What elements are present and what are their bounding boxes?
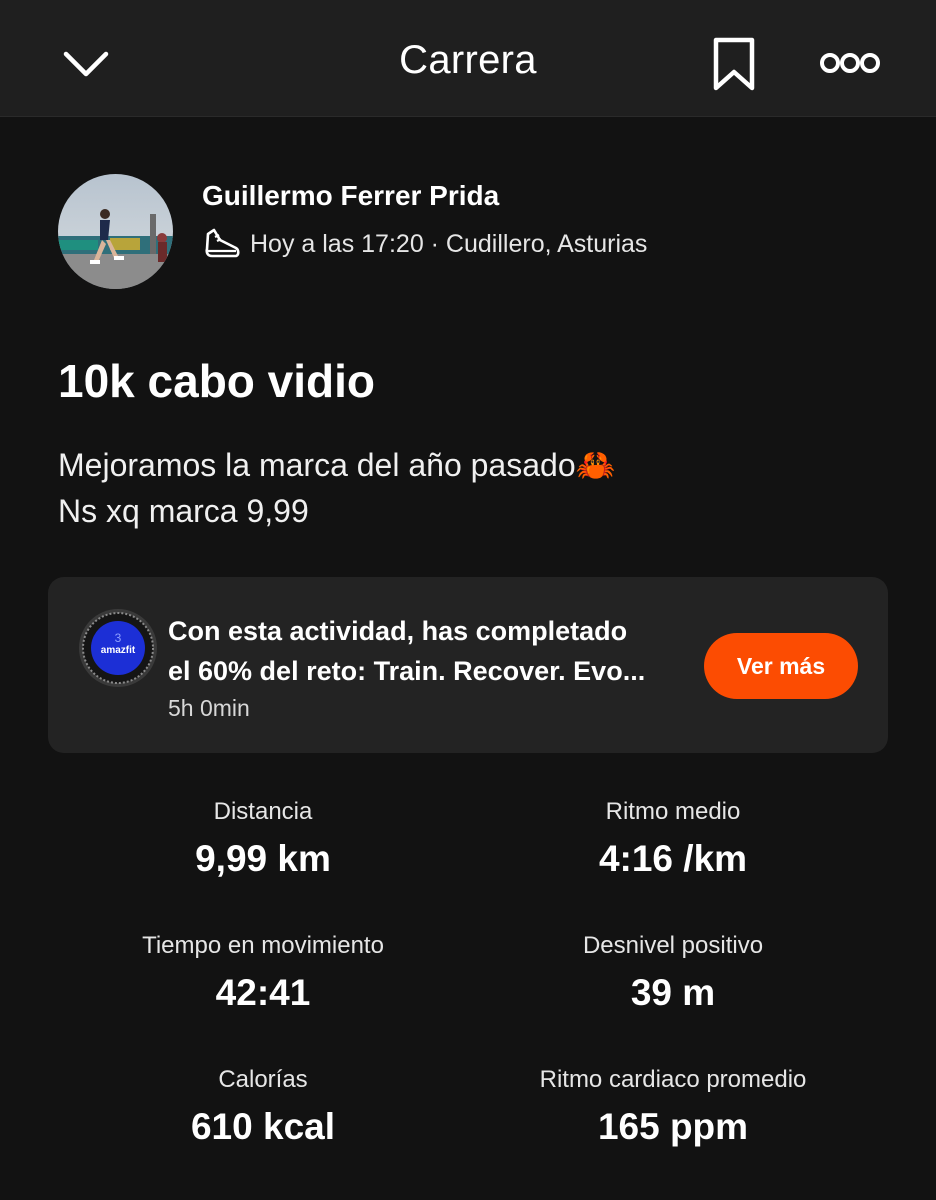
see-more-button[interactable]: Ver más (704, 633, 858, 699)
running-shoe-icon (205, 228, 240, 258)
challenge-badge[interactable]: 3 amazfit (78, 608, 158, 688)
stat-average-heart-rate: Ritmo cardiaco promedio 165 ppm (468, 1066, 878, 1148)
stat-value: 9,99 km (195, 838, 331, 879)
stat-value: 42:41 (215, 972, 311, 1013)
challenge-message: Con esta actividad, has completado (168, 616, 628, 646)
stat-label: Calorías (218, 1066, 308, 1093)
description-line: Mejoramos la marca del año pasado🦀 (58, 447, 616, 483)
stat-elevation-gain: Desnivel positivo 39 m (468, 932, 878, 1014)
chevron-down-icon (63, 51, 109, 77)
more-icon (820, 53, 880, 73)
stat-distance: Distancia 9,99 km (58, 798, 468, 880)
stat-label: Tiempo en movimiento (142, 932, 384, 959)
activity-description: Mejoramos la marca del año pasado🦀 Ns xq… (58, 442, 615, 534)
challenge-progress-card[interactable]: 3 amazfit Con esta actividad, has comple… (48, 577, 888, 753)
bookmark-icon (713, 37, 755, 91)
svg-text:3: 3 (115, 631, 122, 645)
challenge-message: el 60% del reto: Train. Recover. Evo... (168, 656, 646, 686)
stat-value: 39 m (630, 972, 716, 1013)
stat-value: 610 kcal (190, 1106, 336, 1147)
more-options-button[interactable] (812, 40, 888, 86)
activity-meta: Hoy a las 17:20 · Cudillero, Asturias (202, 224, 647, 264)
stat-label: Desnivel positivo (582, 932, 764, 959)
athlete-name[interactable]: Guillermo Ferrer Prida (202, 180, 499, 212)
avatar[interactable] (58, 174, 173, 289)
activity-title: 10k cabo vidio (58, 355, 376, 407)
athlete-header: Guillermo Ferrer Prida Hoy a las 17:20 ·… (58, 174, 878, 290)
stat-moving-time: Tiempo en movimiento 42:41 (58, 932, 468, 1014)
stat-label: Ritmo medio (605, 798, 741, 825)
stat-average-pace: Ritmo medio 4:16 /km (468, 798, 878, 880)
amazfit-badge-icon: 3 amazfit (79, 609, 157, 687)
stat-label: Distancia (213, 798, 313, 825)
activity-meta-text: Hoy a las 17:20 · Cudillero, Asturias (250, 229, 648, 258)
description-line: Ns xq marca 9,99 (58, 493, 309, 529)
collapse-button[interactable] (58, 40, 114, 88)
avatar-photo (58, 174, 173, 289)
stat-label: Ritmo cardiaco promedio (539, 1066, 807, 1093)
badge-brand-text: amazfit (101, 645, 136, 656)
stat-calories: Calorías 610 kcal (58, 1066, 468, 1148)
bookmark-button[interactable] (706, 34, 762, 94)
top-bar: Carrera (0, 0, 936, 117)
stat-value: 4:16 /km (598, 838, 748, 879)
page-title: Carrera (399, 38, 537, 82)
challenge-text: Con esta actividad, has completado el 60… (168, 611, 700, 722)
stat-value: 165 ppm (597, 1106, 749, 1147)
challenge-time: 5h 0min (168, 695, 250, 721)
